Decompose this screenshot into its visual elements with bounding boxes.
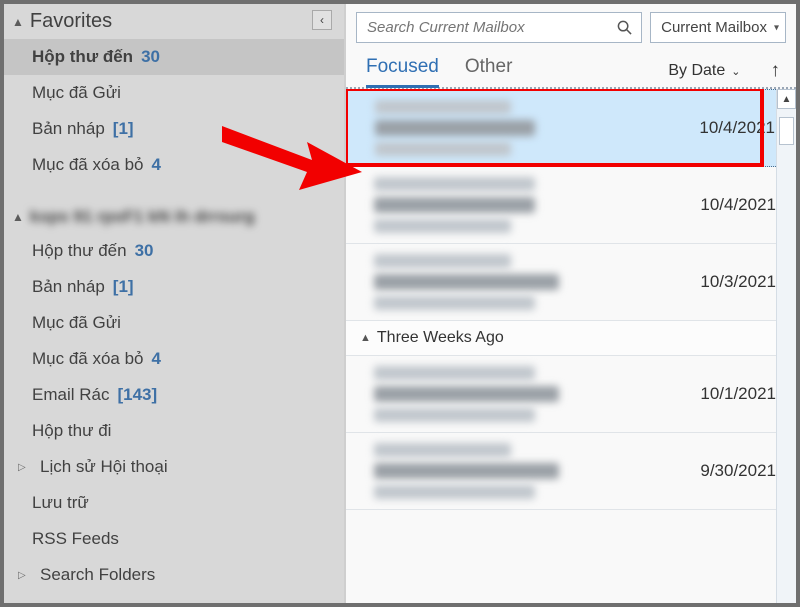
folder-search-folders[interactable]: ▷ Search Folders <box>4 557 344 593</box>
chevron-down-icon: ⌄ <box>731 65 740 78</box>
message-list: 10/4/2021 10/4/2021 10/3 <box>346 89 796 603</box>
message-date: 10/4/2021 <box>671 118 781 138</box>
message-item[interactable]: 10/1/2021 <box>346 356 796 433</box>
search-scope-label: Current Mailbox <box>661 19 767 36</box>
message-item[interactable]: 10/4/2021 <box>346 167 796 244</box>
message-preview <box>374 443 672 499</box>
tab-other[interactable]: Other <box>465 56 513 86</box>
message-preview <box>374 366 672 422</box>
folder-deleted[interactable]: Mục đã xóa bỏ 4 <box>4 341 344 377</box>
favorites-inbox[interactable]: Hộp thư đến 30 <box>4 39 344 75</box>
caret-down-icon: ▲ <box>12 210 24 224</box>
message-item[interactable]: 10/4/2021 <box>346 89 796 167</box>
folder-junk[interactable]: Email Rác [143] <box>4 377 344 413</box>
message-preview <box>374 254 672 310</box>
message-date: 9/30/2021 <box>672 461 782 481</box>
folder-drafts[interactable]: Bản nháp [1] <box>4 269 344 305</box>
favorites-deleted[interactable]: Mục đã xóa bỏ 4 <box>4 147 344 183</box>
sort-by-dropdown[interactable]: By Date ⌄ <box>668 62 740 80</box>
search-input[interactable] <box>357 13 607 42</box>
folder-outbox[interactable]: Hộp thư đi <box>4 413 344 449</box>
scroll-up-button[interactable]: ▲ <box>777 89 796 109</box>
account-header[interactable]: ▲ kxps 91 rpxF1 kN ih drrsurg <box>4 201 344 233</box>
message-item[interactable]: 10/3/2021 <box>346 244 796 321</box>
account-name-blurred: kxps 91 rpxF1 kN ih drrsurg <box>30 207 255 227</box>
caret-right-icon: ▷ <box>18 570 30 581</box>
search-bar-row: Current Mailbox ▾ <box>346 4 796 43</box>
scrollbar[interactable]: ▲ <box>776 89 796 603</box>
favorites-header[interactable]: ▲ Favorites <box>4 4 344 39</box>
tabs-row: Focused Other By Date ⌄ ↑ <box>346 43 796 89</box>
favorites-drafts[interactable]: Bản nháp [1] <box>4 111 344 147</box>
caret-down-icon: ▲ <box>12 15 24 29</box>
scroll-thumb[interactable] <box>779 117 794 145</box>
caret-right-icon: ▷ <box>18 462 30 473</box>
message-date: 10/1/2021 <box>672 384 782 404</box>
search-box[interactable] <box>356 12 642 43</box>
message-preview <box>374 177 672 233</box>
message-pane: Current Mailbox ▾ Focused Other By Date … <box>345 4 796 603</box>
collapse-pane-button[interactable]: ‹ <box>312 10 332 30</box>
search-scope-dropdown[interactable]: Current Mailbox ▾ <box>650 12 786 43</box>
tab-focused[interactable]: Focused <box>366 56 439 86</box>
group-header-label: Three Weeks Ago <box>377 329 504 347</box>
message-preview <box>375 100 671 156</box>
favorites-sent[interactable]: Mục đã Gửi <box>4 75 344 111</box>
app-frame: ‹ ▲ Favorites Hộp thư đến 30 Mục đã Gửi … <box>0 0 800 607</box>
folder-inbox[interactable]: Hộp thư đến 30 <box>4 233 344 269</box>
message-item[interactable]: 9/30/2021 <box>346 433 796 510</box>
folder-sent[interactable]: Mục đã Gửi <box>4 305 344 341</box>
date-group-header[interactable]: ▲ Three Weeks Ago <box>346 321 796 356</box>
folder-conversation-history[interactable]: ▷ Lịch sử Hội thoại <box>4 449 344 485</box>
sort-direction-button[interactable]: ↑ <box>767 60 785 82</box>
chevron-down-icon: ▾ <box>774 22 779 33</box>
folder-pane: ‹ ▲ Favorites Hộp thư đến 30 Mục đã Gửi … <box>4 4 345 603</box>
sort-label: By Date <box>668 62 725 80</box>
folder-rss[interactable]: RSS Feeds <box>4 521 344 557</box>
message-date: 10/4/2021 <box>672 195 782 215</box>
message-date: 10/3/2021 <box>672 272 782 292</box>
search-icon[interactable] <box>607 13 641 42</box>
favorites-title: Favorites <box>30 10 112 33</box>
caret-down-icon: ▲ <box>360 332 371 344</box>
folder-archive[interactable]: Lưu trữ <box>4 485 344 521</box>
